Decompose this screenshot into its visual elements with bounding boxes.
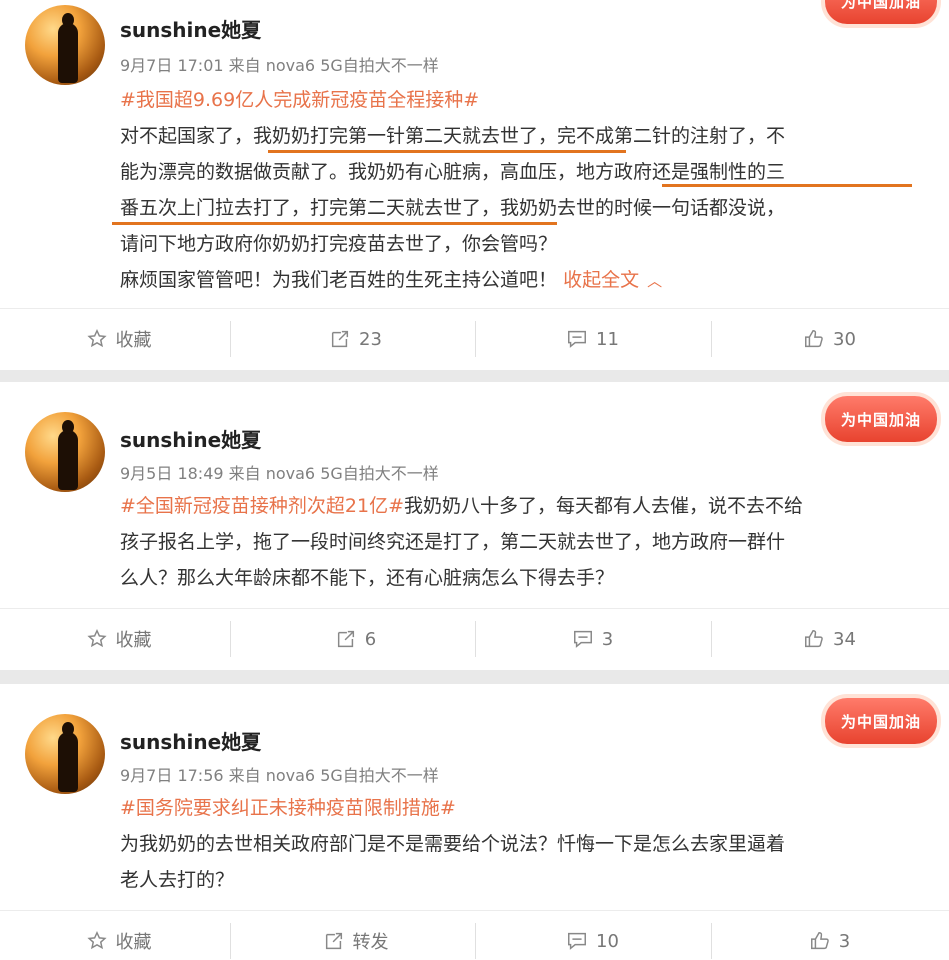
- thumbs-up-icon: [803, 328, 825, 350]
- post-body: #我国超9.69亿人完成新冠疫苗全程接种# 对不起国家了，我奶奶打完第一针第二天…: [120, 82, 900, 299]
- comment-icon: [566, 328, 588, 350]
- repost-button[interactable]: 6: [237, 609, 474, 669]
- highlight-underline: [112, 222, 557, 225]
- thumbs-up-icon: [809, 930, 831, 952]
- favorite-button[interactable]: 收藏: [0, 911, 237, 960]
- star-icon: [86, 328, 108, 350]
- post-card: sunshine她夏 9月5日 18:49 来自 nova6 5G自拍大不一样 …: [0, 382, 949, 670]
- post-card: sunshine她夏 9月7日 17:56 来自 nova6 5G自拍大不一样 …: [0, 684, 949, 960]
- comment-icon: [572, 628, 594, 650]
- like-button[interactable]: 34: [711, 609, 948, 669]
- star-icon: [86, 930, 108, 952]
- post-meta: 9月7日 17:01 来自 nova6 5G自拍大不一样: [120, 56, 439, 75]
- action-bar: 收藏 转发 10 3: [0, 910, 949, 960]
- favorite-button[interactable]: 收藏: [0, 609, 237, 669]
- avatar[interactable]: [25, 5, 105, 85]
- post-line: 我奶奶八十多了，每天都有人去催，说不去不给: [404, 495, 804, 517]
- like-button[interactable]: 3: [711, 911, 948, 960]
- weibo-feed: sunshine她夏 9月7日 17:01 来自 nova6 5G自拍大不一样 …: [0, 0, 949, 960]
- post-body: #全国新冠疫苗接种剂次超21亿#我奶奶八十多了，每天都有人去催，说不去不给 孩子…: [120, 488, 900, 596]
- chevron-up-icon[interactable]: ︿: [647, 272, 662, 290]
- action-bar: 收藏 6 3 34: [0, 608, 949, 669]
- username[interactable]: sunshine她夏: [120, 726, 261, 755]
- post-line: 老人去打的？: [120, 869, 235, 891]
- favorite-button[interactable]: 收藏: [0, 309, 237, 369]
- comment-button[interactable]: 11: [474, 309, 711, 369]
- username[interactable]: sunshine她夏: [120, 424, 261, 453]
- comment-button[interactable]: 3: [474, 609, 711, 669]
- thumbs-up-icon: [803, 628, 825, 650]
- post-body: #国务院要求纠正未接种疫苗限制措施# 为我奶奶的去世相关政府部门是不是需要给个说…: [120, 790, 900, 898]
- post-meta: 9月5日 18:49 来自 nova6 5G自拍大不一样: [120, 464, 439, 483]
- post-line: 麻烦国家管管吧！为我们老百姓的生死主持公道吧！: [120, 269, 558, 291]
- highlight-underline: [268, 150, 626, 153]
- hashtag-link[interactable]: #我国超9.69亿人完成新冠疫苗全程接种#: [120, 89, 479, 111]
- post-meta: 9月7日 17:56 来自 nova6 5G自拍大不一样: [120, 766, 439, 785]
- username[interactable]: sunshine她夏: [120, 14, 261, 43]
- badge-icon: 为中国加油: [825, 396, 937, 442]
- avatar[interactable]: [25, 412, 105, 492]
- collapse-link[interactable]: 收起全文: [563, 269, 639, 291]
- repost-button[interactable]: 23: [237, 309, 474, 369]
- like-button[interactable]: 30: [711, 309, 948, 369]
- hashtag-link[interactable]: #国务院要求纠正未接种疫苗限制措施#: [120, 797, 456, 819]
- post-card: sunshine她夏 9月7日 17:01 来自 nova6 5G自拍大不一样 …: [0, 0, 949, 370]
- post-line: 为我奶奶的去世相关政府部门是不是需要给个说法？忏悔一下是怎么去家里逼着: [120, 833, 786, 855]
- comment-icon: [566, 930, 588, 952]
- action-bar: 收藏 23 11 30: [0, 308, 949, 369]
- post-line: 番五次上门拉去打了，打完第二天就去世了，我奶奶去世的时候一句话都没说，: [120, 197, 786, 219]
- repost-icon: [335, 628, 357, 650]
- hashtag-link[interactable]: #全国新冠疫苗接种剂次超21亿#: [120, 495, 404, 517]
- avatar[interactable]: [25, 714, 105, 794]
- highlight-underline: [662, 184, 912, 187]
- post-line: 对不起国家了，我奶奶打完第一针第二天就去世了，完不成第二针的注射了，不: [120, 125, 786, 147]
- star-icon: [86, 628, 108, 650]
- post-line: 么人？那么大年龄床都不能下，还有心脏病怎么下得去手？: [120, 567, 615, 589]
- post-line: 孩子报名上学，拖了一段时间终究还是打了，第二天就去世了，地方政府一群什: [120, 531, 786, 553]
- comment-button[interactable]: 10: [474, 911, 711, 960]
- repost-button[interactable]: 转发: [237, 911, 474, 960]
- badge-icon: 为中国加油: [825, 0, 937, 24]
- post-line: 请问下地方政府你奶奶打完疫苗去世了，你会管吗？: [120, 233, 558, 255]
- repost-icon: [329, 328, 351, 350]
- badge-icon: 为中国加油: [825, 698, 937, 744]
- repost-icon: [323, 930, 345, 952]
